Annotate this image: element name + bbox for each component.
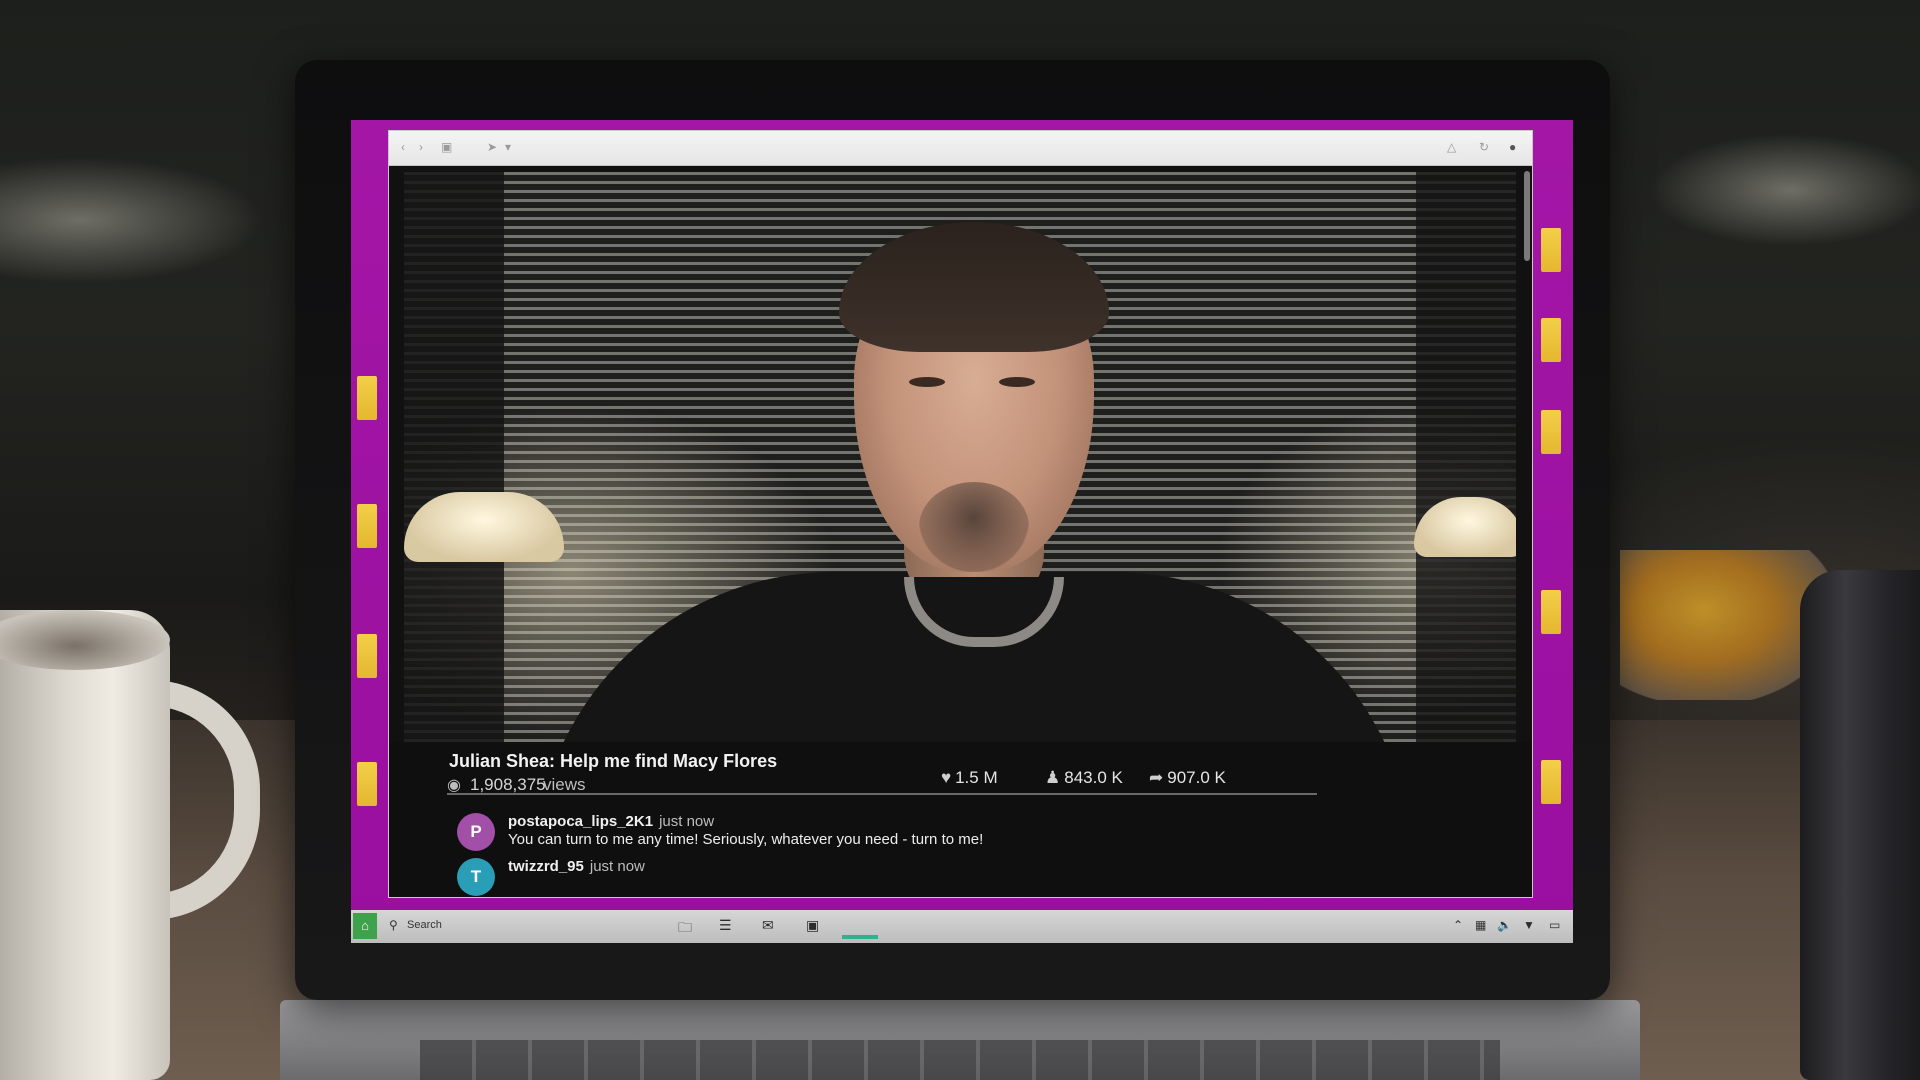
avatar[interactable]: T bbox=[457, 858, 495, 896]
laptop-screen: ‹ › ▣ ➤ ▾ △ ↻ ● Julian Shea: Help me fin… bbox=[351, 120, 1573, 943]
video-lamp bbox=[1414, 497, 1516, 557]
video-info-panel: Julian Shea: Help me find Macy Flores ◉ … bbox=[389, 742, 1532, 897]
desktop-folder-icon[interactable] bbox=[1541, 760, 1561, 804]
scrollbar[interactable] bbox=[1524, 171, 1530, 261]
collect-count: 843.0 K bbox=[1064, 768, 1123, 787]
cursor-icon: ➤ bbox=[487, 140, 498, 154]
taskbar: ⌂ ⚲ Search 🗀 ☰ ✉ ▣ ⌃ ▦ 🔈 ▼ ▭ bbox=[351, 910, 1573, 943]
share-count: 907.0 K bbox=[1167, 768, 1226, 787]
comment-time: just now bbox=[659, 813, 715, 830]
share-arrow-icon: ➦ bbox=[1149, 768, 1164, 787]
subject-eye bbox=[909, 377, 945, 387]
list-icon[interactable]: ☰ bbox=[719, 917, 732, 934]
search-input[interactable]: Search bbox=[407, 919, 442, 931]
subject-hair bbox=[839, 222, 1109, 352]
window-icon[interactable]: ▣ bbox=[806, 917, 819, 934]
heart-icon: ♥ bbox=[941, 768, 952, 787]
collect-button[interactable]: ♟ 843.0 K bbox=[1045, 768, 1123, 788]
avatar[interactable]: P bbox=[457, 813, 495, 851]
chevron-up-icon[interactable]: ⌃ bbox=[1453, 918, 1463, 932]
mail-icon[interactable]: ✉ bbox=[762, 917, 774, 934]
divider bbox=[447, 793, 1317, 795]
desktop-folder-icon[interactable] bbox=[1541, 410, 1561, 454]
comment-username[interactable]: postapoca_lips_2K1 just now bbox=[508, 813, 714, 830]
back-icon[interactable]: ‹ bbox=[401, 140, 405, 154]
dropdown-icon[interactable]: ▾ bbox=[505, 140, 511, 154]
desktop-folder-icon[interactable] bbox=[1541, 590, 1561, 634]
subject-beard bbox=[919, 482, 1029, 572]
sidebar-icon[interactable]: ▣ bbox=[441, 140, 452, 154]
display-icon[interactable]: ▭ bbox=[1549, 918, 1560, 932]
video-player[interactable] bbox=[404, 172, 1516, 742]
person-link-icon: ♟ bbox=[1045, 768, 1061, 787]
forward-icon[interactable]: › bbox=[419, 140, 423, 154]
search-icon[interactable]: ⚲ bbox=[389, 918, 398, 932]
desktop-folder-icon[interactable] bbox=[1541, 228, 1561, 272]
desktop-folder-icon[interactable] bbox=[357, 634, 377, 678]
comment-username-text[interactable]: twizzrd_95 bbox=[508, 858, 584, 875]
folder-icon[interactable]: 🗀 bbox=[678, 917, 692, 941]
video-lamp bbox=[404, 492, 564, 562]
comment-time: just now bbox=[589, 858, 645, 875]
comment-text: You can turn to me any time! Seriously, … bbox=[508, 831, 984, 848]
volume-icon[interactable]: 🔈 bbox=[1497, 918, 1512, 932]
share-icon[interactable]: △ bbox=[1447, 140, 1456, 154]
like-count: 1.5 M bbox=[955, 768, 998, 787]
browser-window: ‹ › ▣ ➤ ▾ △ ↻ ● Julian Shea: Help me fin… bbox=[388, 130, 1533, 898]
desktop-folder-icon[interactable] bbox=[357, 376, 377, 420]
network-icon[interactable]: ▦ bbox=[1475, 918, 1486, 932]
subject-eye bbox=[999, 377, 1035, 387]
comment-username[interactable]: twizzrd_95 just now bbox=[508, 858, 645, 875]
comment-username-text[interactable]: postapoca_lips_2K1 bbox=[508, 813, 653, 830]
home-icon[interactable]: ⌂ bbox=[353, 913, 377, 939]
desktop-folder-icon[interactable] bbox=[1541, 318, 1561, 362]
video-subject bbox=[534, 182, 1414, 742]
eye-icon: ◉ bbox=[447, 777, 461, 794]
browser-toolbar: ‹ › ▣ ➤ ▾ △ ↻ ● bbox=[389, 131, 1532, 166]
view-count: 1,908,375 bbox=[470, 775, 546, 794]
like-button[interactable]: ♥ 1.5 M bbox=[941, 768, 998, 788]
keyboard-keys bbox=[420, 1040, 1500, 1080]
active-app-indicator[interactable] bbox=[842, 935, 878, 939]
dark-mug bbox=[1800, 570, 1920, 1080]
video-title: Julian Shea: Help me find Macy Flores bbox=[449, 751, 778, 771]
share-button[interactable]: ➦ 907.0 K bbox=[1149, 768, 1226, 788]
views-label: views bbox=[543, 775, 586, 794]
download-icon[interactable]: ● bbox=[1509, 140, 1516, 154]
wifi-icon[interactable]: ▼ bbox=[1523, 918, 1535, 932]
desktop-folder-icon[interactable] bbox=[357, 762, 377, 806]
food-plate bbox=[1620, 550, 1830, 700]
white-mug bbox=[0, 610, 170, 1080]
desktop-folder-icon[interactable] bbox=[357, 504, 377, 548]
reload-icon[interactable]: ↻ bbox=[1479, 140, 1489, 154]
